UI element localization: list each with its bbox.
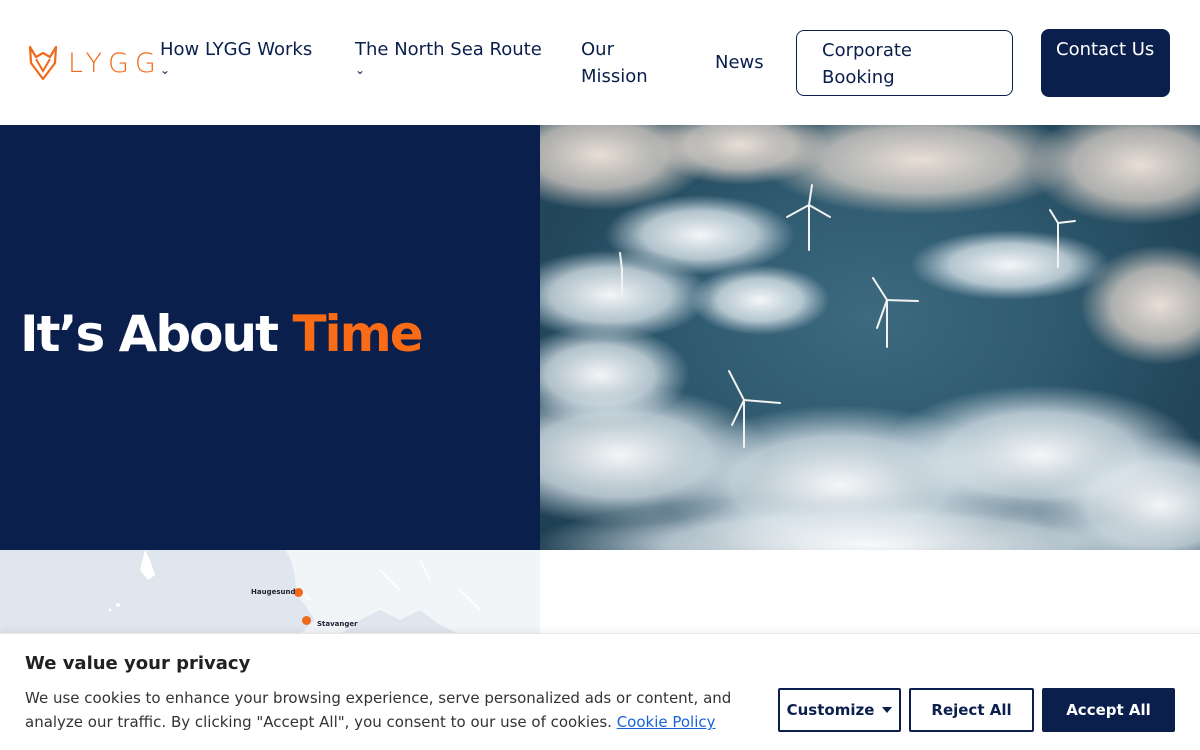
customize-button[interactable]: Customize [778,688,901,732]
chevron-down-icon[interactable]: ⌄ [160,63,340,77]
customize-label: Customize [786,701,875,719]
chevron-down-icon[interactable]: ⌄ [355,63,555,77]
hero-title-accent: Time [292,305,423,363]
nav-our-mission[interactable]: Our Mission [581,36,681,90]
nav-how-lygg-works[interactable]: How LYGG Works ⌄ [160,36,340,77]
hero-title: It’s About Time [20,305,424,363]
cookie-description: We use cookies to enhance your browsing … [25,686,755,734]
cookie-title: We value your privacy [25,653,251,674]
hero-image-wind-turbines [540,125,1200,550]
caret-down-icon [882,707,893,713]
map-label-haugesund: Haugesund [251,588,296,596]
hero-panel: It’s About Time [0,125,540,550]
logo[interactable]: LYGG [28,44,162,82]
contact-us-button[interactable]: Contact Us [1041,29,1170,97]
accept-all-button[interactable]: Accept All [1042,688,1175,732]
nav-news[interactable]: News [715,49,764,76]
fox-logo-icon [28,45,58,81]
stavanger-marker-icon [302,616,311,625]
nav-label: News [715,52,764,73]
logo-text: LYGG [68,47,162,79]
nav-label: How LYGG Works [160,39,313,60]
site-header: LYGG How LYGG Works ⌄ The North Sea Rout… [0,0,1200,125]
hero-title-main: It’s About [20,305,279,363]
map-label-stavanger: Stavanger [317,620,358,628]
cookie-consent-banner: We value your privacy We use cookies to … [0,633,1200,750]
corporate-booking-button[interactable]: Corporate Booking [796,30,1013,96]
cookie-policy-link[interactable]: Cookie Policy [617,713,716,731]
nav-label: The North Sea Route [355,39,542,60]
route-map: Haugesund Stavanger [0,550,540,634]
nav-north-sea-route[interactable]: The North Sea Route ⌄ [355,36,555,77]
reject-all-button[interactable]: Reject All [909,688,1034,732]
nav-label: Our Mission [581,39,648,87]
